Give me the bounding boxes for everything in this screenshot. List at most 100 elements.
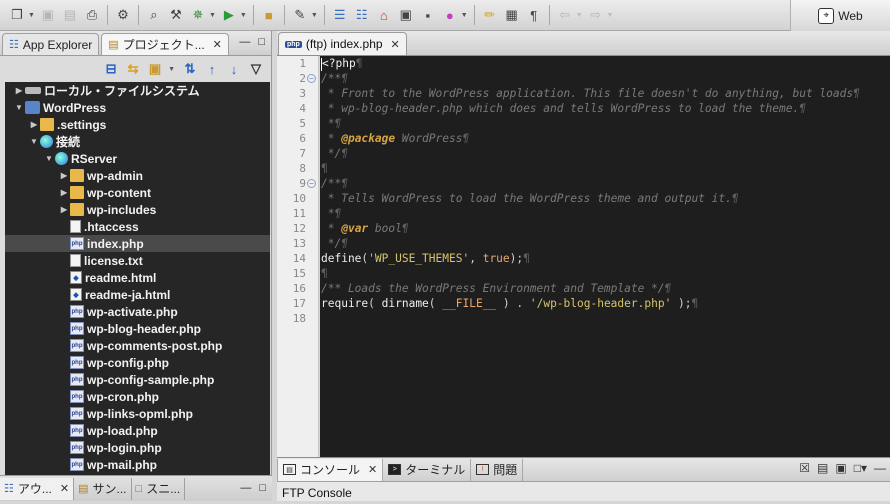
sync-icon[interactable]: ⇅ (181, 60, 199, 78)
tree-item[interactable]: ◆ readme-ja.html (5, 286, 270, 303)
tree-item-label: wp-comments-post.php (87, 338, 223, 353)
tree-item[interactable]: .htaccess (5, 218, 270, 235)
new-icon[interactable]: ❐ (6, 4, 28, 26)
photo-icon[interactable]: ▣ (395, 4, 417, 26)
tree-item-label: wp-cron.php (87, 389, 159, 404)
tab-index-php[interactable]: php (ftp) index.php ✕ (278, 32, 407, 55)
debug-icon[interactable]: ✵ (187, 4, 209, 26)
home-icon[interactable]: ⌂ (373, 4, 395, 26)
close-icon[interactable]: ✕ (368, 463, 377, 476)
tree-item[interactable]: ▼ 接続 (5, 133, 270, 150)
dropdown-icon[interactable]: ▼ (168, 66, 175, 73)
tree-item[interactable]: php index.php (5, 235, 270, 252)
collapsed-arrow-icon[interactable]: ▶ (58, 205, 70, 214)
tree-item[interactable]: ▼ RServer (5, 150, 270, 167)
tab-terminal[interactable]: > ターミナル (383, 458, 472, 481)
pencil-icon[interactable]: ✏ (479, 4, 501, 26)
tree-item[interactable]: ▶ ローカル・ファイルシステム (5, 82, 270, 99)
minimize-icon[interactable]: — (874, 461, 886, 475)
dropdown-icon[interactable]: ▼ (461, 12, 468, 19)
tab-project[interactable]: ▤ プロジェクト... ✕ (101, 33, 229, 55)
collapse-all-icon[interactable]: ⊟ (102, 60, 120, 78)
tree-item[interactable]: php wp-activate.php (5, 303, 270, 320)
back-icon[interactable]: ⇦ (554, 4, 576, 26)
tab-snippets[interactable]: □ スニ... (132, 477, 186, 500)
open-console-icon[interactable]: □▾ (854, 461, 867, 475)
tree-item[interactable]: php wp-login.php (5, 439, 270, 456)
pin-icon[interactable]: ✎ (289, 4, 311, 26)
save-all-icon[interactable]: ▤ (59, 4, 81, 26)
tab-console[interactable]: ▤ コンソール ✕ (277, 458, 384, 481)
dropdown-icon[interactable]: ▼ (576, 12, 583, 19)
scroll-lock-icon[interactable]: ▤ (817, 461, 828, 475)
close-icon[interactable]: ✕ (391, 38, 400, 51)
tree-item[interactable]: license.txt (5, 252, 270, 269)
dropdown-icon[interactable]: ▼ (240, 12, 247, 19)
pin-console-icon[interactable]: ▣ (835, 461, 846, 475)
close-icon[interactable]: ✕ (60, 482, 69, 495)
tree-item[interactable]: php wp-load.php (5, 422, 270, 439)
fold-toggle-icon[interactable]: − (307, 179, 316, 188)
tree-item[interactable]: php wp-mail.php (5, 456, 270, 473)
collapsed-arrow-icon[interactable]: ▶ (28, 120, 40, 129)
grid-icon[interactable]: ▦ (501, 4, 523, 26)
expanded-arrow-icon[interactable]: ▼ (13, 103, 25, 112)
dropdown-icon[interactable]: ▼ (28, 12, 35, 19)
tab-problems[interactable]: ! 問題 (471, 458, 524, 481)
fold-toggle-icon[interactable]: − (307, 74, 316, 83)
outline-icon[interactable]: ☰ (329, 4, 351, 26)
dropdown-icon[interactable]: ▼ (607, 12, 614, 19)
tree-item[interactable]: ▼ WordPress (5, 99, 270, 116)
tree-item[interactable]: ◆ readme.html (5, 269, 270, 286)
open-folder-icon[interactable]: ■ (258, 4, 280, 26)
tree-item[interactable]: php wp-config.php (5, 354, 270, 371)
tree-item[interactable]: ▶ wp-includes (5, 201, 270, 218)
run-icon[interactable]: ▶ (218, 4, 240, 26)
collapsed-arrow-icon[interactable]: ▶ (58, 188, 70, 197)
maximize-icon[interactable]: □ (259, 482, 266, 494)
tree-item[interactable]: php wp-config-sample.php (5, 371, 270, 388)
view-menu-icon[interactable]: ▽ (247, 60, 265, 78)
collapsed-arrow-icon[interactable]: ▶ (13, 86, 25, 95)
dropdown-icon[interactable]: ▼ (311, 12, 318, 19)
tree-item[interactable]: php wp-comments-post.php (5, 337, 270, 354)
line-number: 15 (292, 267, 306, 280)
save-icon[interactable]: ▣ (37, 4, 59, 26)
tab-outline[interactable]: ☷ アウ... ✕ (0, 477, 75, 500)
minimize-icon[interactable]: — (240, 482, 251, 494)
hierarchy-icon[interactable]: ☷ (351, 4, 373, 26)
download-icon[interactable]: ↓ (225, 60, 243, 78)
expanded-arrow-icon[interactable]: ▼ (28, 137, 40, 146)
search-icon[interactable]: ⌕ (143, 4, 165, 26)
tree-item[interactable]: php wp-links-opml.php (5, 405, 270, 422)
clear-console-icon[interactable]: ☒ (799, 461, 810, 475)
collapsed-arrow-icon[interactable]: ▶ (58, 171, 70, 180)
tree-item[interactable]: ▶ wp-admin (5, 167, 270, 184)
filter-icon[interactable]: ▣ (146, 60, 164, 78)
minimize-icon[interactable]: — (239, 36, 250, 48)
expanded-arrow-icon[interactable]: ▼ (43, 154, 55, 163)
print-icon[interactable]: ⎙ (81, 4, 103, 26)
tree-item[interactable]: php wp-cron.php (5, 388, 270, 405)
forward-icon[interactable]: ⇨ (585, 4, 607, 26)
dropdown-icon[interactable]: ▼ (209, 12, 216, 19)
text-file-icon (70, 254, 81, 267)
tab-app-explorer[interactable]: ☷ App Explorer (2, 33, 100, 55)
build-icon[interactable]: ⚒ (165, 4, 187, 26)
maximize-icon[interactable]: □ (258, 36, 265, 48)
close-icon[interactable]: ✕ (213, 38, 222, 51)
color-icon[interactable]: ● (439, 4, 461, 26)
line-number: 1 (299, 57, 306, 70)
web-perspective-button[interactable]: ⌖ Web (790, 0, 890, 31)
link-editor-icon[interactable]: ⇆ (124, 60, 142, 78)
code-line: * @package WordPress¶ (321, 132, 470, 145)
terminal-icon[interactable]: ▪ (417, 4, 439, 26)
code-editor[interactable]: <?php¶ /**¶ * Front to the WordPress app… (320, 56, 890, 457)
settings-icon[interactable]: ⚙ (112, 4, 134, 26)
tree-item[interactable]: php wp-blog-header.php (5, 320, 270, 337)
paragraph-icon[interactable]: ¶ (523, 4, 545, 26)
tree-item[interactable]: ▶ .settings (5, 116, 270, 133)
tab-samples[interactable]: ▤ サン... (74, 477, 132, 500)
upload-icon[interactable]: ↑ (203, 60, 221, 78)
tree-item[interactable]: ▶ wp-content (5, 184, 270, 201)
